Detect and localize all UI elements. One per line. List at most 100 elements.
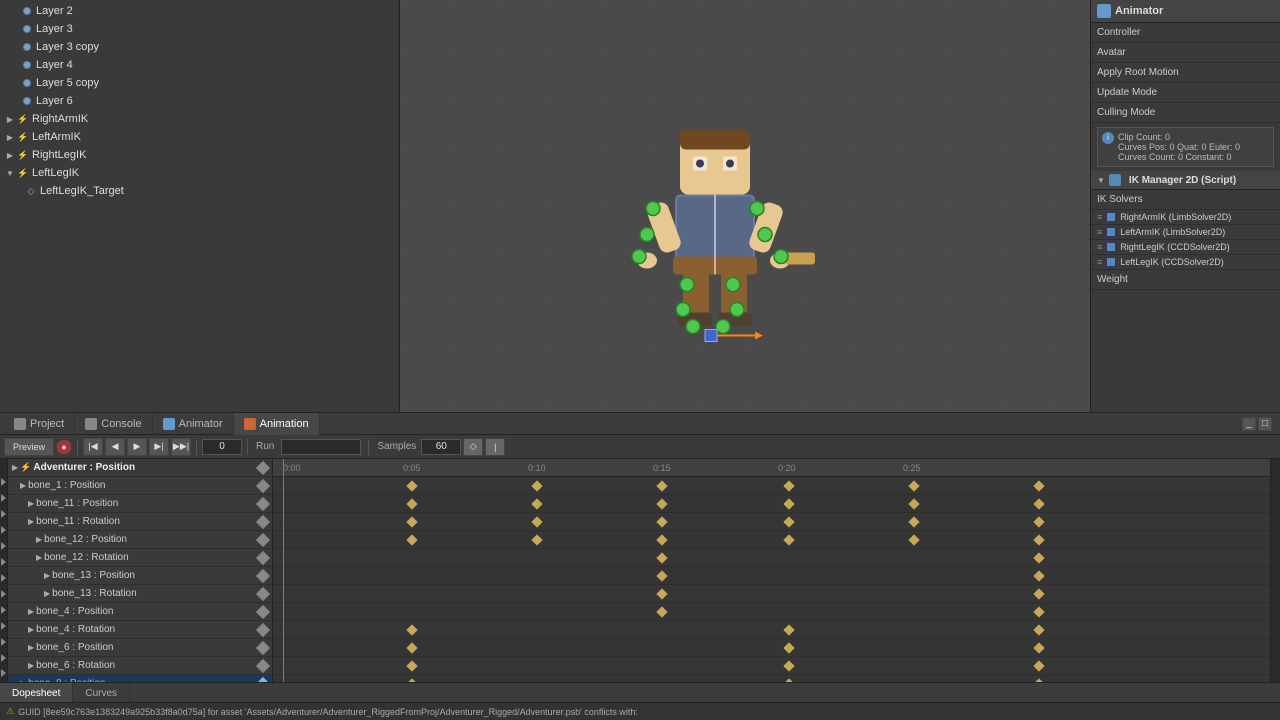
hierarchy-item-layer6[interactable]: Layer 6 <box>0 92 399 110</box>
tab-console[interactable]: Console <box>75 413 152 435</box>
keyframe-add-btn[interactable] <box>256 514 270 528</box>
keyframe-add-btn[interactable] <box>256 460 270 474</box>
keyframe-add-btn[interactable] <box>256 658 270 672</box>
keyframe[interactable] <box>656 552 667 563</box>
viewport[interactable] <box>400 0 1090 412</box>
keyframe[interactable] <box>656 606 667 617</box>
track-bone13-position[interactable]: ▶ bone_13 : Position <box>8 567 272 585</box>
track-bone12-position[interactable]: ▶ bone_12 : Position <box>8 531 272 549</box>
step-back-button[interactable]: ◀ <box>105 438 125 456</box>
track-bone1-position[interactable]: ▶ bone_1 : Position <box>8 477 272 495</box>
tab-animation[interactable]: Animation <box>234 413 320 435</box>
goto-start-button[interactable]: |◀ <box>83 438 103 456</box>
keyframe[interactable] <box>406 498 417 509</box>
keyframe[interactable] <box>1033 480 1044 491</box>
keyframe[interactable] <box>1033 534 1044 545</box>
keyframe[interactable] <box>406 642 417 653</box>
hierarchy-list[interactable]: Layer 2 Layer 3 Layer 3 copy Layer 4 Lay <box>0 0 399 412</box>
step-forward-button[interactable]: ▶| <box>149 438 169 456</box>
keyframe-add-btn[interactable] <box>256 604 270 618</box>
add-keyframe-button[interactable]: ◇ <box>463 438 483 456</box>
keyframe-add-btn[interactable] <box>256 622 270 636</box>
drag-handle[interactable]: ≡ <box>1097 242 1102 252</box>
tab-project[interactable]: Project <box>4 413 75 435</box>
keyframe[interactable] <box>783 642 794 653</box>
keyframe[interactable] <box>656 498 667 509</box>
keyframe[interactable] <box>783 624 794 635</box>
keyframe[interactable] <box>531 498 542 509</box>
hierarchy-item-layer3copy[interactable]: Layer 3 copy <box>0 38 399 56</box>
track-bone8-position[interactable]: ▶ bone_8 : Position <box>8 675 272 682</box>
keyframe[interactable] <box>656 570 667 581</box>
keyframe[interactable] <box>1033 606 1044 617</box>
add-event-button[interactable]: | <box>485 438 505 456</box>
track-bone12-rotation[interactable]: ▶ bone_12 : Rotation <box>8 549 272 567</box>
track-bone13-rotation[interactable]: ▶ bone_13 : Rotation <box>8 585 272 603</box>
track-bone4-rotation[interactable]: ▶ bone_4 : Rotation <box>8 621 272 639</box>
keyframe[interactable] <box>908 516 919 527</box>
goto-end-button[interactable]: ▶▶| <box>171 438 191 456</box>
keyframe[interactable] <box>656 480 667 491</box>
hierarchy-item-layer2[interactable]: Layer 2 <box>0 2 399 20</box>
keyframe[interactable] <box>406 660 417 671</box>
keyframe-add-btn[interactable] <box>256 568 270 582</box>
keyframe[interactable] <box>1033 642 1044 653</box>
ik-checkbox[interactable] <box>1106 212 1116 222</box>
drag-handle[interactable]: ≡ <box>1097 257 1102 267</box>
track-bone6-position[interactable]: ▶ bone_6 : Position <box>8 639 272 657</box>
keyframe[interactable] <box>783 498 794 509</box>
timeline-scrollbar[interactable] <box>1270 459 1280 682</box>
timeline-right[interactable]: 0:00 0:05 0:10 0:15 0:20 0:25 <box>273 459 1270 682</box>
keyframe[interactable] <box>406 534 417 545</box>
keyframe[interactable] <box>656 516 667 527</box>
keyframe-add-btn[interactable] <box>256 550 270 564</box>
ik-checkbox[interactable] <box>1106 227 1116 237</box>
keyframe[interactable] <box>1033 516 1044 527</box>
keyframe[interactable] <box>1033 624 1044 635</box>
keyframe-add-btn[interactable] <box>256 640 270 654</box>
hierarchy-item-layer3[interactable]: Layer 3 <box>0 20 399 38</box>
drag-handle[interactable]: ≡ <box>1097 227 1102 237</box>
track-bone6-rotation[interactable]: ▶ bone_6 : Rotation <box>8 657 272 675</box>
hierarchy-item-leftlegik-target[interactable]: ◇ LeftLegIK_Target <box>0 182 399 200</box>
keyframe[interactable] <box>1033 570 1044 581</box>
track-bone11-rotation[interactable]: ▶ bone_11 : Rotation <box>8 513 272 531</box>
keyframe[interactable] <box>783 480 794 491</box>
keyframe[interactable] <box>406 678 417 682</box>
keyframe[interactable] <box>908 498 919 509</box>
ik-checkbox[interactable] <box>1106 257 1116 267</box>
keyframe-add-btn[interactable] <box>256 478 270 492</box>
keyframe[interactable] <box>406 480 417 491</box>
ik-checkbox[interactable] <box>1106 242 1116 252</box>
minimize-button[interactable]: _ <box>1242 417 1256 431</box>
keyframe[interactable] <box>783 678 794 682</box>
keyframe[interactable] <box>531 516 542 527</box>
drag-handle[interactable]: ≡ <box>1097 212 1102 222</box>
keyframe[interactable] <box>1033 498 1044 509</box>
keyframe[interactable] <box>1033 588 1044 599</box>
run-dropdown[interactable] <box>281 439 361 455</box>
tab-curves[interactable]: Curves <box>73 683 130 703</box>
keyframe[interactable] <box>908 534 919 545</box>
keyframe[interactable] <box>406 624 417 635</box>
keyframe[interactable] <box>406 516 417 527</box>
keyframe[interactable] <box>783 660 794 671</box>
keyframe[interactable] <box>1033 678 1044 682</box>
keyframe[interactable] <box>783 516 794 527</box>
keyframe-add-btn[interactable] <box>256 586 270 600</box>
hierarchy-item-layer5copy[interactable]: Layer 5 copy <box>0 74 399 92</box>
keyframe[interactable] <box>783 534 794 545</box>
hierarchy-item-rightarmik[interactable]: ▶ ⚡ RightArmIK <box>0 110 399 128</box>
maximize-button[interactable]: □ <box>1258 417 1272 431</box>
preview-button[interactable]: Preview <box>4 438 54 456</box>
hierarchy-item-rightlegik[interactable]: ▶ ⚡ RightLegIK <box>0 146 399 164</box>
track-bone11-position[interactable]: ▶ bone_11 : Position <box>8 495 272 513</box>
track-bone4-position[interactable]: ▶ bone_4 : Position <box>8 603 272 621</box>
keyframe[interactable] <box>531 480 542 491</box>
keyframe-add-btn[interactable] <box>256 676 270 682</box>
track-adventurer-position[interactable]: ▶ ⚡ Adventurer : Position <box>8 459 272 477</box>
hierarchy-item-leftarmik[interactable]: ▶ ⚡ LeftArmIK <box>0 128 399 146</box>
frame-input[interactable] <box>202 439 242 455</box>
keyframe[interactable] <box>656 588 667 599</box>
keyframe-add-btn[interactable] <box>256 532 270 546</box>
